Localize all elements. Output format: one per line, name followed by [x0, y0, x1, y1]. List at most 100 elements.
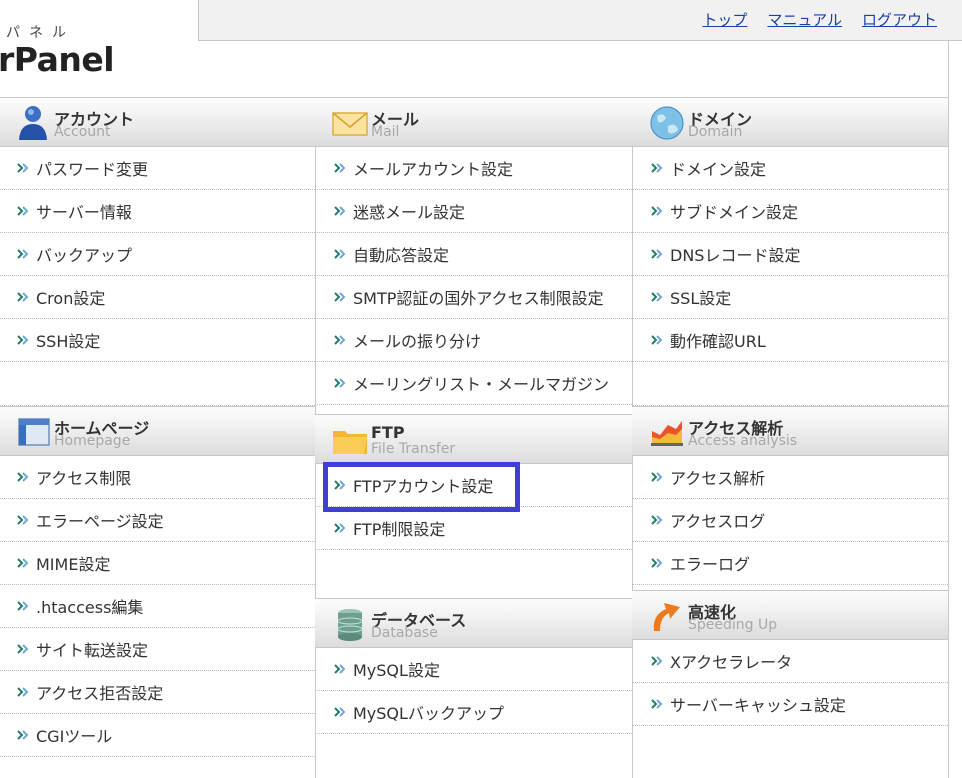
top-link-manual[interactable]: マニュアル [767, 9, 842, 30]
section-header-database: データベース Database [315, 598, 632, 648]
top-bar: トップ マニュアル ログアウト [198, 0, 962, 41]
arrow-bullet-icon [651, 206, 663, 216]
arrow-bullet-icon [651, 292, 663, 302]
menu-item-label: SMTP認証の国外アクセス制限設定 [353, 289, 604, 308]
menu-item-error-log[interactable]: エラーログ [632, 542, 948, 585]
section-subtitle: File Transfer [371, 441, 456, 457]
section-subtitle: Database [371, 625, 438, 641]
section-subtitle: Speeding Up [688, 617, 778, 633]
menu-item-dns[interactable]: DNSレコード設定 [632, 233, 948, 276]
menu-item-label: CGIツール [36, 727, 113, 746]
menu-item-server-cache[interactable]: サーバーキャッシュ設定 [632, 683, 948, 726]
menu-item-label: ドメイン設定 [670, 160, 767, 179]
arrow-bullet-icon [17, 472, 29, 482]
menu-item-label: SSH設定 [36, 332, 101, 351]
section-subtitle: Account [54, 124, 111, 140]
top-link-home[interactable]: トップ [702, 9, 747, 30]
database-icon [337, 609, 363, 641]
menu-item-label: アクセスログ [670, 512, 766, 531]
menu-item-access-deny[interactable]: アクセス拒否設定 [0, 671, 315, 714]
menu-item-error-page[interactable]: エラーページ設定 [0, 499, 315, 542]
menu-item-server-info[interactable]: サーバー情報 [0, 190, 315, 233]
section-title: FTP [371, 423, 405, 442]
arrow-bullet-icon [334, 292, 346, 302]
menu-item-ftp-account[interactable]: FTPアカウント設定 [315, 464, 632, 507]
menu-item-domain[interactable]: ドメイン設定 [632, 147, 948, 190]
menu-item-access-log[interactable]: アクセスログ [632, 499, 948, 542]
envelope-icon [332, 112, 368, 136]
menu-item-label: 迷惑メール設定 [353, 203, 466, 222]
menu-item-label: エラーページ設定 [36, 512, 164, 531]
menu-item-ssl[interactable]: SSL設定 [632, 276, 948, 319]
menu-item-access-analysis[interactable]: アクセス解析 [632, 456, 948, 499]
menu-item-label: メーリングリスト・メールマガジン [353, 375, 610, 394]
menu-item-mysql[interactable]: MySQL設定 [315, 648, 632, 691]
brand-logo: rPanel [0, 40, 115, 79]
menu-item-label: MySQLバックアップ [353, 704, 504, 723]
arrow-bullet-icon [651, 656, 663, 666]
arrow-bullet-icon [17, 292, 29, 302]
menu-item-label: Cron設定 [36, 289, 106, 308]
menu-item-label: 動作確認URL [670, 332, 766, 351]
menu-item-ssh[interactable]: SSH設定 [0, 319, 315, 362]
menu-item-label: パスワード変更 [36, 160, 149, 179]
menu-item-cgi-tools[interactable]: CGIツール [0, 714, 315, 757]
menu-item-label: サーバー情報 [36, 203, 132, 222]
menu-item-access-limit[interactable]: アクセス制限 [0, 456, 315, 499]
menu-item-backup[interactable]: バックアップ [0, 233, 315, 276]
menu-item-mime[interactable]: MIME設定 [0, 542, 315, 585]
menu-item-mail-account[interactable]: メールアカウント設定 [315, 147, 632, 190]
arrow-bullet-icon [651, 335, 663, 345]
menu-item-htaccess[interactable]: .htaccess編集 [0, 585, 315, 628]
arrow-bullet-icon [334, 163, 346, 173]
menu-item-password[interactable]: パスワード変更 [0, 147, 315, 190]
menu-item-label: バックアップ [36, 246, 133, 265]
menu-item-label: DNSレコード設定 [670, 246, 801, 265]
menu-item-label: 自動応答設定 [353, 246, 450, 265]
section-subtitle: Access analysis [688, 433, 798, 449]
window-icon [18, 418, 50, 446]
arrow-bullet-icon [651, 249, 663, 259]
arrow-bullet-icon [334, 378, 346, 388]
brand-subtitle: パネル [6, 25, 75, 41]
menu-item-mail-filter[interactable]: メールの振り分け [315, 319, 632, 362]
user-icon [19, 106, 47, 140]
menu-item-cron[interactable]: Cron設定 [0, 276, 315, 319]
arrow-bullet-icon [334, 249, 346, 259]
top-links: トップ マニュアル ログアウト [702, 9, 937, 30]
menu-item-mailing-list[interactable]: メーリングリスト・メールマガジン [315, 362, 632, 405]
top-link-logout[interactable]: ログアウト [862, 9, 937, 30]
menu-item-spam[interactable]: 迷惑メール設定 [315, 190, 632, 233]
menu-item-smtp-restriction[interactable]: SMTP認証の国外アクセス制限設定 [315, 276, 632, 319]
menu-item-label: サブドメイン設定 [670, 203, 799, 222]
menu-item-label: Xアクセラレータ [670, 653, 793, 672]
arrow-bullet-icon [334, 523, 346, 533]
menu-item-mysql-backup[interactable]: MySQLバックアップ [315, 691, 632, 734]
arrow-bullet-icon [334, 664, 346, 674]
arrow-bullet-icon [17, 163, 29, 173]
arrow-bullet-icon [651, 163, 663, 173]
menu-item-ftp-restriction[interactable]: FTP制限設定 [315, 507, 632, 550]
menu-item-label: MySQL設定 [353, 661, 440, 680]
section-header-mail: メール Mail [315, 98, 632, 147]
menu-item-x-accelerator[interactable]: Xアクセラレータ [632, 640, 948, 683]
chart-icon [651, 421, 683, 446]
menu-item-site-redirect[interactable]: サイト転送設定 [0, 628, 315, 671]
menu-column-1: アカウント Account パスワード変更 サーバー情報 バックアップ Cron… [0, 97, 316, 778]
section-header-account: アカウント Account [0, 98, 315, 147]
menu-item-label: アクセス拒否設定 [36, 684, 164, 703]
menu-item-subdomain[interactable]: サブドメイン設定 [632, 190, 948, 233]
speed-arrow-icon [653, 603, 680, 631]
section-subtitle: Domain [688, 124, 743, 140]
menu-item-auto-reply[interactable]: 自動応答設定 [315, 233, 632, 276]
arrow-bullet-icon [334, 480, 346, 490]
arrow-bullet-icon [651, 472, 663, 482]
menu-item-test-url[interactable]: 動作確認URL [632, 319, 948, 362]
section-subtitle: Homepage [54, 433, 131, 449]
arrow-bullet-icon [17, 249, 29, 259]
arrow-bullet-icon [17, 515, 29, 525]
menu-item-label: アクセス解析 [670, 469, 766, 488]
menu-item-label: アクセス制限 [36, 469, 132, 488]
arrow-bullet-icon [334, 335, 346, 345]
